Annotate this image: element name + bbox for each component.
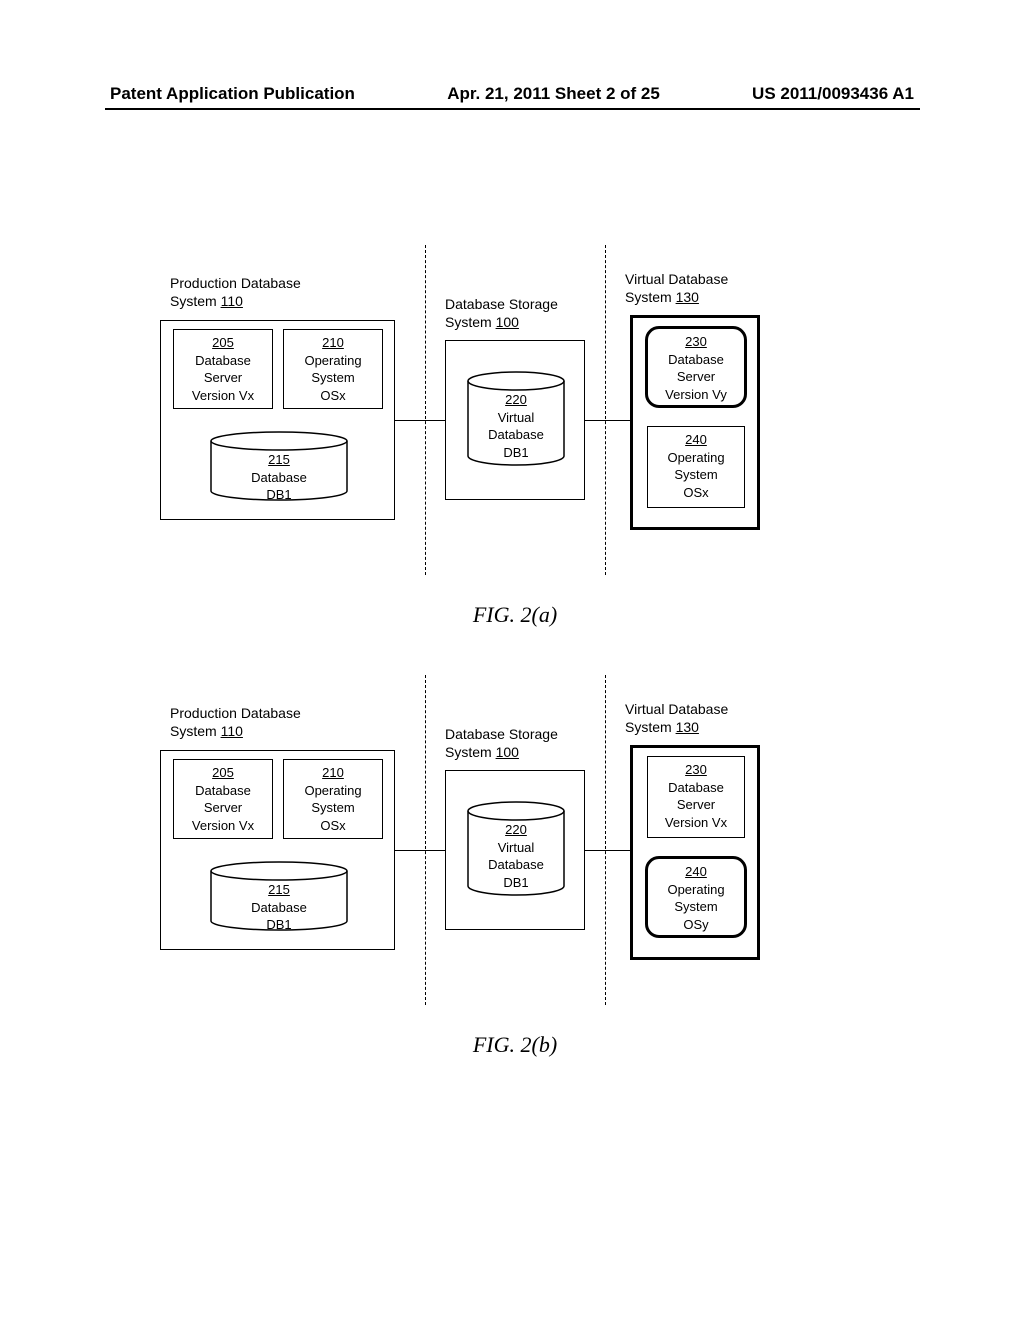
fig-caption-b: FIG. 2(b)	[150, 1032, 880, 1058]
cyl-220-b: 220 Virtual Database DB1	[466, 801, 566, 896]
fig-caption-a: FIG. 2(a)	[150, 602, 880, 628]
storage-sys-label-a: Database Storage System 100	[445, 295, 558, 331]
prod-sys-label-b: Production Database System 110	[170, 704, 301, 740]
storage-box-b: 220 Virtual Database DB1	[445, 770, 585, 930]
header-left: Patent Application Publication	[110, 84, 355, 104]
box-210-b: 210 Operating System OSx	[283, 759, 383, 839]
virt-sys-label-a: Virtual Database System 130	[625, 270, 728, 306]
cyl-215-a: 215 Database DB1	[209, 431, 349, 501]
dash-col-2b	[605, 675, 606, 1005]
header-center: Apr. 21, 2011 Sheet 2 of 25	[447, 84, 660, 104]
storage-box-a: 220 Virtual Database DB1	[445, 340, 585, 500]
header-right: US 2011/0093436 A1	[752, 84, 914, 104]
box-205-a: 205 Database Server Version Vx	[173, 329, 273, 409]
cyl-220-a: 220 Virtual Database DB1	[466, 371, 566, 466]
prod-box-b: 205 Database Server Version Vx 210 Opera…	[160, 750, 395, 950]
storage-sys-label-b: Database Storage System 100	[445, 725, 558, 761]
page-header: Patent Application Publication Apr. 21, …	[0, 84, 1024, 104]
cyl-215-b: 215 Database DB1	[209, 861, 349, 931]
dash-col-1b	[425, 675, 426, 1005]
conn-line-b2	[585, 850, 630, 851]
virt-box-a: 230 Database Server Version Vy 240 Opera…	[630, 315, 760, 530]
conn-line-a1	[395, 420, 445, 421]
dash-col-1a	[425, 245, 426, 575]
dash-col-2a	[605, 245, 606, 575]
page: Patent Application Publication Apr. 21, …	[0, 0, 1024, 1320]
conn-line-a2	[585, 420, 630, 421]
box-210-a: 210 Operating System OSx	[283, 329, 383, 409]
virt-sys-label-b: Virtual Database System 130	[625, 700, 728, 736]
prod-box-a: 205 Database Server Version Vx 210 Opera…	[160, 320, 395, 520]
box-230-a: 230 Database Server Version Vy	[645, 326, 747, 408]
box-230-b: 230 Database Server Version Vx	[647, 756, 745, 838]
conn-line-b1	[395, 850, 445, 851]
prod-sys-label-a: Production Database System 110	[170, 274, 301, 310]
box-240-a: 240 Operating System OSx	[647, 426, 745, 508]
box-205-b: 205 Database Server Version Vx	[173, 759, 273, 839]
header-rule	[105, 108, 920, 110]
box-240-b: 240 Operating System OSy	[645, 856, 747, 938]
virt-box-b: 230 Database Server Version Vx 240 Opera…	[630, 745, 760, 960]
